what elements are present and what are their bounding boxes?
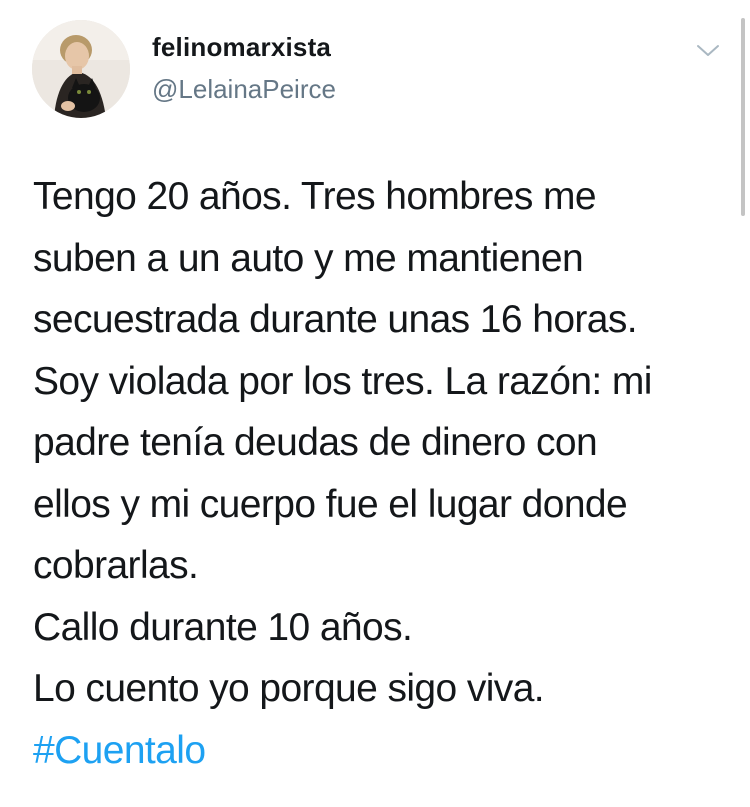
avatar[interactable] [32,20,130,118]
tweet-text-line: ellos y mi cuerpo fue el lugar donde [33,482,628,526]
hashtag-link[interactable]: #Cuentalo [33,720,733,782]
tweet-text-line: Tengo 20 años. Tres hombres me [33,175,597,218]
tweet-text-line: cobrarlas. [33,544,199,587]
tweet-text: Tengo 20 años. Tres hombres me suben a u… [33,166,733,781]
tweet-text-line: Callo durante 10 años. [33,605,413,649]
user-handle[interactable]: @LelainaPeirce [152,74,336,105]
tweet: felinomarxista @LelainaPeirce Tengo 20 a… [0,0,750,807]
tweet-text-line: Soy violada por los tres. La razón: mi [33,359,652,403]
chevron-down-icon[interactable] [694,40,722,60]
tweet-text-line: suben a un auto y me mantienen [33,236,584,280]
tweet-text-line: secuestrada durante unas 16 horas. [33,298,638,341]
tweet-text-line: Lo cuento yo porque sigo viva. [33,667,545,710]
scrollbar[interactable] [741,18,745,216]
display-name[interactable]: felinomarxista [152,32,331,63]
avatar-photo-icon [32,20,130,118]
tweet-text-line: padre tenía deudas de dinero con [33,421,598,464]
